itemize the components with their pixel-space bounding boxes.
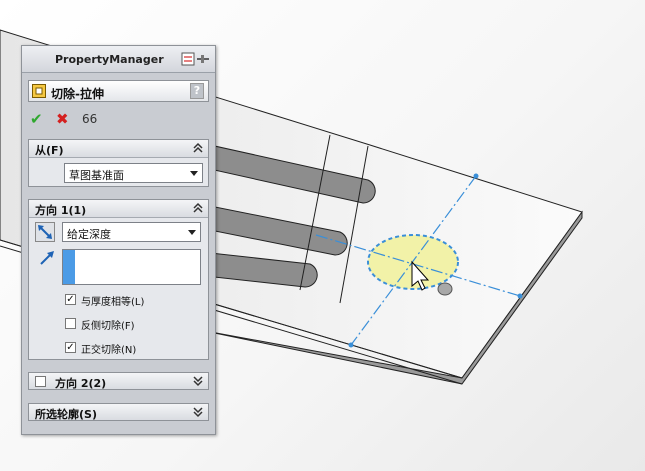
selected-contours-title: 所选轮廓(S) xyxy=(35,408,97,421)
panel-title-bar: PropertyManager xyxy=(22,46,215,73)
direction2-title: 方向 2(2) xyxy=(55,377,107,390)
direction1-title: 方向 1(1) xyxy=(35,204,87,217)
equal-thickness-label: 与厚度相等(L) xyxy=(81,297,145,308)
start-condition-value: 草图基准面 xyxy=(69,169,124,182)
feature-header: 切除-拉伸 ? xyxy=(28,80,209,102)
direction-vector-icon[interactable] xyxy=(37,248,57,268)
expand-chevron-icon[interactable] xyxy=(192,375,204,387)
depth-input[interactable] xyxy=(62,249,201,285)
direction1-group: 方向 1(1) 给定深度 ✓ 与厚度相等(L) 反侧切除(F) ✓ 正交切除(N… xyxy=(28,199,209,360)
flip-side-checkbox[interactable] xyxy=(65,318,76,329)
panel-title: PropertyManager xyxy=(55,53,164,66)
collapse-chevron-icon[interactable] xyxy=(192,142,204,154)
equal-thickness-checkbox[interactable]: ✓ xyxy=(65,294,76,305)
reverse-direction-icon[interactable] xyxy=(35,222,55,242)
centerline-endpoint xyxy=(473,173,479,179)
ok-button[interactable]: ✔ xyxy=(30,111,46,127)
chevron-down-icon xyxy=(190,171,198,176)
from-group-title: 从(F) xyxy=(35,144,64,157)
direction2-group-header[interactable]: 方向 2(2) xyxy=(28,372,209,390)
end-condition-select[interactable]: 给定深度 xyxy=(62,222,201,242)
cut-extrude-icon xyxy=(32,84,46,98)
end-condition-value: 给定深度 xyxy=(67,228,111,241)
centerline-endpoint xyxy=(517,293,523,299)
chevron-down-icon xyxy=(188,230,196,235)
centerline-endpoint xyxy=(348,342,354,348)
from-group: 从(F) 草图基准面 xyxy=(28,139,209,187)
expand-chevron-icon[interactable] xyxy=(192,406,204,418)
depth-selection-indicator xyxy=(63,250,75,284)
detailed-preview-button[interactable]: 66 xyxy=(82,111,98,127)
direction2-checkbox[interactable] xyxy=(35,376,46,387)
collapse-chevron-icon[interactable] xyxy=(192,202,204,214)
normal-cut-label: 正交切除(N) xyxy=(81,345,137,356)
start-condition-select[interactable]: 草图基准面 xyxy=(64,163,203,183)
normal-cut-checkbox[interactable]: ✓ xyxy=(65,342,76,353)
selected-contours-header[interactable]: 所选轮廓(S) xyxy=(28,403,209,421)
feature-name: 切除-拉伸 xyxy=(51,87,104,101)
property-manager-panel: PropertyManager 切除-拉伸 ? ✔ ✖ 66 从(F) 草图基准… xyxy=(21,45,216,435)
from-group-header[interactable]: 从(F) xyxy=(29,140,208,158)
direction1-group-header[interactable]: 方向 1(1) xyxy=(29,200,208,218)
help-button[interactable]: ? xyxy=(190,83,204,99)
cancel-button[interactable]: ✖ xyxy=(56,111,72,127)
pin-icon[interactable] xyxy=(181,52,211,66)
flip-side-label: 反侧切除(F) xyxy=(81,321,135,332)
